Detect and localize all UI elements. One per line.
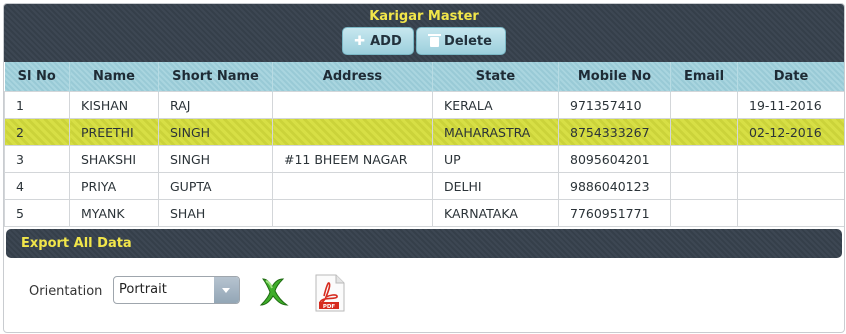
column-header-address[interactable]: Address (272, 62, 433, 92)
cell-address (272, 91, 433, 119)
cell-short-name: SHAH (158, 199, 273, 227)
cell-mobile-no: 9886040123 (558, 172, 671, 200)
cell-short-name: RAJ (158, 91, 273, 119)
cell-date (737, 145, 844, 173)
cell-name: KISHAN (69, 91, 159, 119)
cell-email (670, 172, 738, 200)
cell-mobile-no: 8754333267 (558, 118, 671, 146)
column-header-email[interactable]: Email (670, 62, 738, 92)
cell-address (272, 118, 433, 146)
column-header-mobile-no[interactable]: Mobile No (558, 62, 671, 92)
table-row[interactable]: 3 SHAKSHI SINGH #11 BHEEM NAGAR UP 80956… (4, 145, 844, 173)
cell-short-name: SINGH (158, 145, 273, 173)
add-button-label: ADD (370, 33, 402, 49)
column-header-date[interactable]: Date (737, 62, 844, 92)
trash-icon (428, 34, 442, 47)
export-section-header: Export All Data (6, 229, 842, 258)
cell-state: MAHARASTRA (432, 118, 559, 146)
cell-address (272, 199, 433, 227)
cell-sl-no: 1 (4, 91, 70, 119)
table-row-selected[interactable]: 2 PREETHI SINGH MAHARASTRA 8754333267 02… (4, 118, 844, 146)
karigar-master-panel: Karigar Master ✚ ADD Delete Sl No Name S… (3, 3, 845, 333)
cell-date (737, 199, 844, 227)
table-header-row: Sl No Name Short Name Address State Mobi… (4, 62, 844, 92)
cell-date: 19-11-2016 (737, 91, 844, 119)
cell-mobile-no: 8095604201 (558, 145, 671, 173)
cell-sl-no: 4 (4, 172, 70, 200)
export-title: Export All Data (21, 236, 132, 251)
cell-state: KERALA (432, 91, 559, 119)
column-header-name[interactable]: Name (69, 62, 159, 92)
cell-sl-no: 3 (4, 145, 70, 173)
cell-address (272, 172, 433, 200)
cell-name: MYANK (69, 199, 159, 227)
cell-name: PRIYA (69, 172, 159, 200)
plus-icon: ✚ (354, 33, 366, 49)
column-header-state[interactable]: State (432, 62, 559, 92)
cell-date: 02-12-2016 (737, 118, 844, 146)
cell-date (737, 172, 844, 200)
cell-state: DELHI (432, 172, 559, 200)
cell-email (670, 145, 738, 173)
table-row[interactable]: 5 MYANK SHAH KARNATAKA 7760951771 (4, 199, 844, 227)
delete-button[interactable]: Delete (416, 27, 506, 55)
cell-sl-no: 5 (4, 199, 70, 227)
chevron-down-icon[interactable] (214, 277, 239, 303)
cell-sl-no: 2 (4, 118, 70, 146)
page-title: Karigar Master (369, 9, 479, 24)
cell-state: UP (432, 145, 559, 173)
orientation-label: Orientation (29, 284, 103, 299)
cell-short-name: SINGH (158, 118, 273, 146)
orientation-value: Portrait (119, 282, 167, 297)
add-button[interactable]: ✚ ADD (342, 27, 414, 55)
cell-address: #11 BHEEM NAGAR (272, 145, 433, 173)
cell-name: PREETHI (69, 118, 159, 146)
delete-button-label: Delete (444, 33, 492, 49)
column-header-short-name[interactable]: Short Name (158, 62, 273, 92)
cell-short-name: GUPTA (158, 172, 273, 200)
cell-email (670, 199, 738, 227)
orientation-select[interactable]: Portrait (113, 276, 240, 304)
svg-text:PDF: PDF (323, 304, 336, 310)
cell-email (670, 118, 738, 146)
karigar-table: Sl No Name Short Name Address State Mobi… (4, 62, 844, 227)
panel-header: Karigar Master ✚ ADD Delete (4, 4, 844, 62)
cell-mobile-no: 7760951771 (558, 199, 671, 227)
cell-name: SHAKSHI (69, 145, 159, 173)
cell-state: KARNATAKA (432, 199, 559, 227)
table-row[interactable]: 1 KISHAN RAJ KERALA 971357410 19-11-2016 (4, 91, 844, 119)
cell-mobile-no: 971357410 (558, 91, 671, 119)
pdf-export-icon[interactable]: PDF (314, 274, 346, 312)
column-header-sl-no[interactable]: Sl No (4, 62, 70, 92)
table-row[interactable]: 4 PRIYA GUPTA DELHI 9886040123 (4, 172, 844, 200)
excel-export-icon[interactable] (257, 275, 291, 309)
cell-email (670, 91, 738, 119)
